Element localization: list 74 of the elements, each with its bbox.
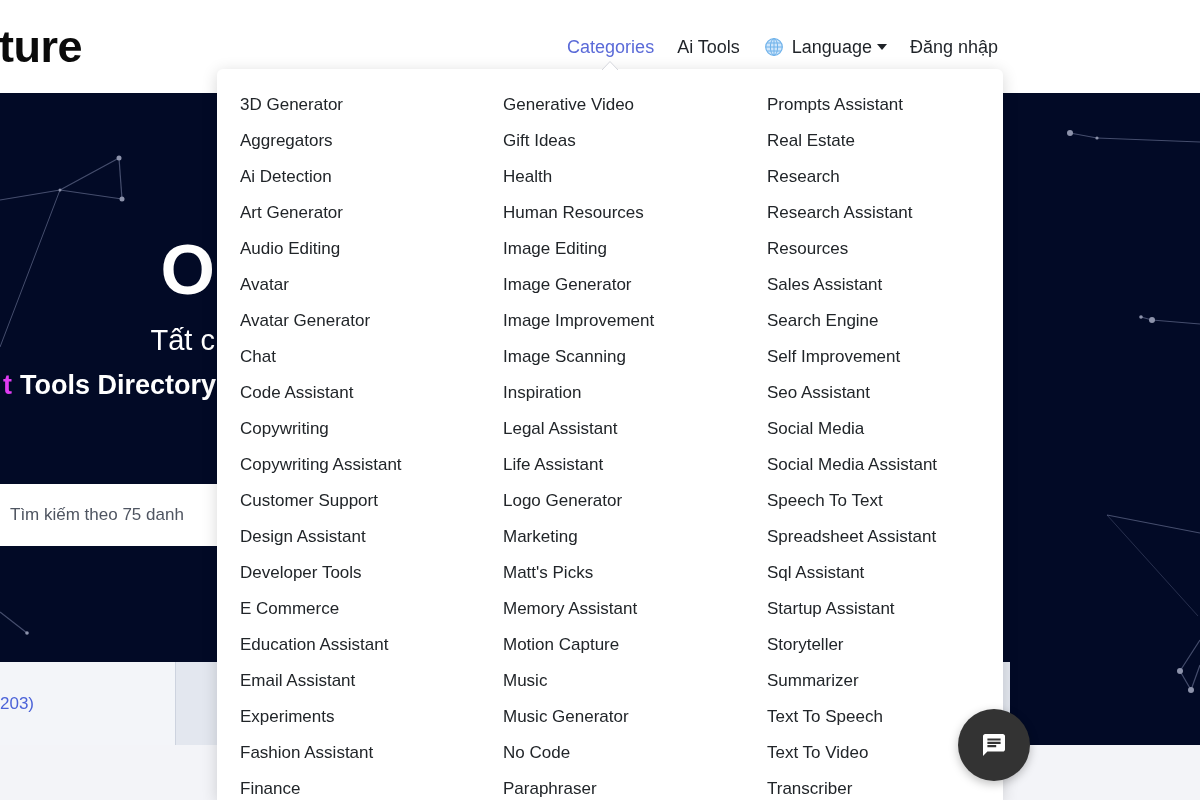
category-link[interactable]: Generative Video (503, 94, 635, 116)
category-link[interactable]: Developer Tools (240, 562, 362, 584)
category-link[interactable]: Fashion Assistant (240, 742, 374, 764)
category-link[interactable]: Avatar (240, 274, 289, 296)
category-link[interactable]: Image Improvement (503, 310, 655, 332)
count-link[interactable]: 203) (0, 693, 35, 714)
category-link[interactable]: E Commerce (240, 598, 340, 620)
category-link[interactable]: Music (503, 670, 548, 692)
nav-link[interactable]: Categories (567, 35, 655, 58)
category-link[interactable]: Code Assistant (240, 382, 354, 404)
category-link[interactable]: Sales Assistant (767, 274, 883, 296)
category-link[interactable]: Search Engine (767, 310, 879, 332)
category-link[interactable]: Image Scanning (503, 346, 626, 368)
category-link[interactable]: Marketing (503, 526, 578, 548)
category-link[interactable]: Life Assistant (503, 454, 604, 476)
category-link[interactable]: Sql Assistant (767, 562, 865, 584)
category-link[interactable]: Ai Detection (240, 166, 332, 188)
category-link[interactable]: Art Generator (240, 202, 343, 224)
category-link[interactable]: Seo Assistant (767, 382, 870, 404)
category-link[interactable]: Text To Video (767, 742, 869, 764)
category-link[interactable]: Spreadsheet Assistant (767, 526, 937, 548)
category-link[interactable]: Aggregators (240, 130, 333, 152)
category-link[interactable]: Text To Speech (767, 706, 883, 728)
category-link[interactable]: Research Assistant (767, 202, 913, 224)
category-link[interactable]: Motion Capture (503, 634, 620, 656)
tagline-accent: t (2, 369, 12, 402)
language-button[interactable]: Language (764, 35, 887, 58)
category-link[interactable]: Social Media Assistant (767, 454, 938, 476)
globe-icon (764, 37, 783, 56)
category-link[interactable]: Health (503, 166, 553, 188)
category-link[interactable]: Real Estate (767, 130, 855, 152)
category-link[interactable]: 3D Generator (240, 94, 343, 116)
category-link[interactable]: Research (767, 166, 840, 188)
search-field[interactable]: Tìm kiếm theo 75 danh (0, 484, 217, 546)
category-link[interactable]: Image Editing (503, 238, 607, 260)
category-link[interactable]: Summarizer (767, 670, 859, 692)
category-link[interactable]: Logo Generator (503, 490, 623, 512)
category-link[interactable]: Storyteller (767, 634, 844, 656)
category-link[interactable]: Avatar Generator (240, 310, 371, 332)
category-link[interactable]: Transcriber (767, 778, 853, 800)
category-link[interactable]: Paraphraser (503, 778, 597, 800)
category-link[interactable]: Gift Ideas (503, 130, 576, 152)
chat-icon (983, 734, 1005, 756)
category-link[interactable]: Human Resources (503, 202, 644, 224)
category-link[interactable]: Speech To Text (767, 490, 883, 512)
hero-subtitle: Tất c (150, 323, 215, 357)
category-link[interactable]: No Code (503, 742, 571, 764)
category-link[interactable]: Audio Editing (240, 238, 341, 260)
category-link[interactable]: Copywriting (240, 418, 329, 440)
category-link[interactable]: Design Assistant (240, 526, 366, 548)
category-link[interactable]: Social Media (767, 418, 865, 440)
category-link[interactable]: Image Generator (503, 274, 632, 296)
nav-link[interactable]: Đăng nhập (909, 35, 998, 58)
category-link[interactable]: Education Assistant (240, 634, 389, 656)
category-link[interactable]: Finance (240, 778, 301, 800)
category-link[interactable]: Chat (240, 346, 276, 368)
category-link[interactable]: Copywriting Assistant (240, 454, 402, 476)
category-link[interactable]: Inspiration (503, 382, 582, 404)
category-link[interactable]: Memory Assistant (503, 598, 638, 620)
category-link[interactable]: Customer Support (240, 490, 378, 512)
nav-link[interactable]: Ai Tools (677, 35, 740, 58)
category-link[interactable]: Resources (767, 238, 849, 260)
category-link[interactable]: Music Generator (503, 706, 629, 728)
category-link[interactable]: Prompts Assistant (767, 94, 904, 116)
category-link[interactable]: Matt's Picks (503, 562, 594, 584)
hero-title: O (160, 235, 215, 305)
network-lines-drawing (1138, 313, 1200, 326)
caret-icon (876, 43, 887, 50)
category-link[interactable]: Email Assistant (240, 670, 356, 692)
category-link[interactable]: Legal Assistant (503, 418, 618, 440)
hero-tagline: Tools Directory (19, 369, 216, 402)
category-link[interactable]: Startup Assistant (767, 598, 895, 620)
category-link[interactable]: Experiments (240, 706, 335, 728)
category-link[interactable]: Self Improvement (767, 346, 901, 368)
